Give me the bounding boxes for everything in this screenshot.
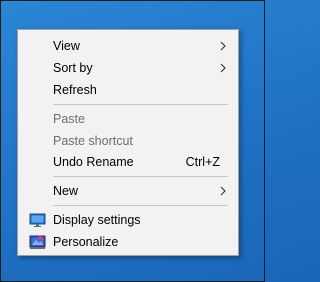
chevron-right-icon [220,186,226,196]
menu-item-new-label: New [53,184,79,198]
personalize-icon [29,235,46,249]
menu-separator [53,176,228,177]
menu-item-refresh-label: Refresh [53,83,97,97]
menu-item-sort-by-label: Sort by [53,61,93,75]
menu-item-new[interactable]: New [18,180,238,202]
menu-item-display-settings-label: Display settings [53,213,141,227]
menu-item-view-label: View [53,39,80,53]
menu-item-paste-label: Paste [53,112,85,126]
display-icon [29,213,46,227]
menu-item-undo-rename-label: Undo Rename [53,155,134,169]
menu-separator [53,205,228,206]
menu-item-paste-shortcut: Paste shortcut [18,130,238,152]
menu-separator [53,104,228,105]
chevron-right-icon [220,63,226,73]
chevron-right-icon [220,41,226,51]
desktop-context-menu: View Sort by Refresh Paste Paste shortcu… [17,29,239,256]
menu-item-paste-shortcut-label: Paste shortcut [53,134,133,148]
menu-item-personalize[interactable]: Personalize [18,231,238,253]
menu-item-sort-by[interactable]: Sort by [18,57,238,79]
undo-rename-shortcut: Ctrl+Z [185,155,220,169]
menu-item-view[interactable]: View [18,35,238,57]
menu-item-undo-rename[interactable]: Undo Rename Ctrl+Z [18,151,238,173]
menu-item-display-settings[interactable]: Display settings [18,209,238,231]
menu-item-refresh[interactable]: Refresh [18,79,238,101]
menu-item-personalize-label: Personalize [53,235,119,249]
menu-item-paste: Paste [18,108,238,130]
